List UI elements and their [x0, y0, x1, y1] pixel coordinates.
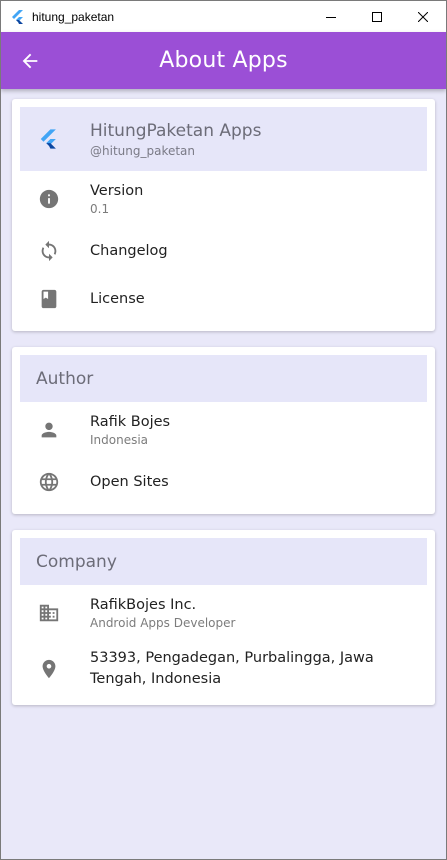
author-name: Rafik Bojes — [90, 414, 171, 430]
maximize-button[interactable] — [354, 1, 400, 32]
minimize-button[interactable] — [308, 1, 354, 32]
license-item[interactable]: License — [20, 275, 427, 323]
flutter-logo-icon — [38, 128, 60, 150]
author-country: Indonesia — [90, 433, 149, 447]
business-icon — [38, 602, 60, 624]
app-handle: @hitung_paketan — [90, 143, 196, 158]
app-window: hitung_paketan About Apps HitungPaketan … — [0, 0, 447, 860]
arrow-back-icon — [22, 53, 38, 69]
company-card: Company RafikBojes Inc. Android Apps Dev… — [12, 530, 435, 705]
company-address: 53393, Pengadegan, Purbalingga, Jawa Ten… — [90, 650, 374, 687]
open-sites-item[interactable]: Open Sites — [20, 458, 427, 506]
company-description: Android Apps Developer — [90, 616, 236, 630]
window-title: hitung_paketan — [32, 9, 115, 24]
version-item[interactable]: Version 0.1 — [20, 171, 427, 227]
close-icon — [418, 11, 428, 22]
app-name: HitungPaketan Apps — [90, 120, 262, 141]
maximize-icon — [372, 11, 382, 22]
open-sites-label: Open Sites — [90, 473, 169, 490]
back-button[interactable] — [19, 50, 41, 72]
app-bar: About Apps — [1, 32, 446, 89]
minimize-icon — [326, 16, 336, 18]
author-card: Author Rafik Bojes Indonesia Open Sites — [12, 347, 435, 514]
changelog-item[interactable]: Changelog — [20, 227, 427, 275]
author-header: Author — [20, 355, 427, 402]
book-icon — [38, 288, 60, 310]
close-button[interactable] — [400, 1, 446, 32]
app-header: HitungPaketan Apps @hitung_paketan — [20, 107, 427, 171]
license-label: License — [90, 290, 145, 307]
sync-icon — [38, 240, 60, 262]
title-bar: hitung_paketan — [1, 1, 446, 32]
flutter-logo-icon — [10, 9, 26, 25]
company-header: Company — [20, 538, 427, 585]
location-pin-icon — [38, 658, 60, 680]
info-icon — [38, 188, 60, 210]
globe-icon — [38, 471, 60, 493]
company-name: RafikBojes Inc. — [90, 597, 197, 613]
company-name-item[interactable]: RafikBojes Inc. Android Apps Developer — [20, 585, 427, 641]
author-name-item[interactable]: Rafik Bojes Indonesia — [20, 402, 427, 458]
page-title: About Apps — [159, 48, 288, 73]
changelog-label: Changelog — [90, 242, 168, 259]
company-address-item[interactable]: 53393, Pengadegan, Purbalingga, Jawa Ten… — [20, 641, 427, 697]
person-icon — [38, 419, 60, 441]
version-label: Version — [90, 183, 144, 199]
version-value: 0.1 — [90, 202, 110, 216]
app-info-card: HitungPaketan Apps @hitung_paketan Versi… — [12, 99, 435, 331]
